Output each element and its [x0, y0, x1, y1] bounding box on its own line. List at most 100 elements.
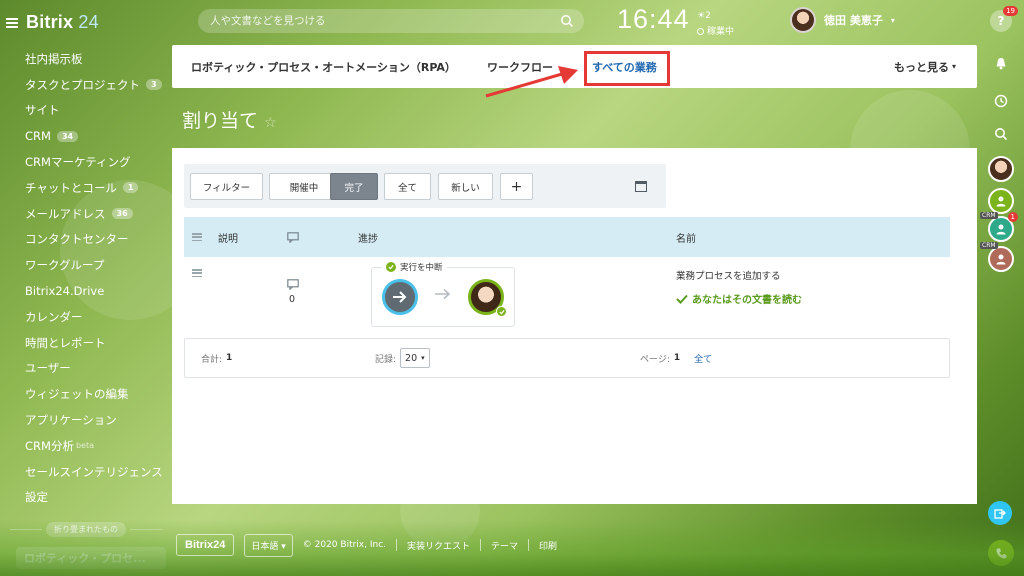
table-row: 0 実行を中断 業務プロセスを追加する あなたはその文書を読む: [184, 257, 950, 332]
done-button[interactable]: 完了: [330, 173, 378, 200]
phone-icon: [996, 548, 1006, 558]
user-icon: [996, 254, 1006, 265]
all-button[interactable]: 全て: [384, 173, 431, 200]
print-link[interactable]: 印刷: [539, 539, 557, 552]
tab-rpa[interactable]: ロボティック・プロセス・オートメーション（RPA）: [191, 45, 456, 88]
progress-widget[interactable]: 実行を中断: [371, 261, 515, 327]
separator: [396, 539, 398, 551]
progress-label: 実行を中断: [382, 261, 447, 273]
sidebar-item-label: Bitrix24.Drive: [25, 284, 105, 299]
sidebar-item[interactable]: アプリケーション: [0, 407, 172, 433]
user-avatar: [790, 7, 816, 33]
help-button[interactable]: ? 19: [990, 6, 1018, 32]
status-indicator: ☀2: [697, 11, 711, 21]
sidebar-item[interactable]: CRM 34: [0, 123, 172, 149]
sidebar-item[interactable]: セールスインテリジェンス: [0, 459, 172, 485]
footer-logo[interactable]: Bitrix24: [176, 534, 235, 556]
theme-link[interactable]: テーマ: [491, 539, 518, 552]
column-name[interactable]: 名前: [676, 217, 696, 257]
sidebar-item-label: CRM分析: [25, 438, 74, 453]
task-link[interactable]: あなたはその文書を読む: [676, 291, 802, 306]
filter-toolbar: フィルター 開催中 完了 全て 新しい +: [184, 164, 666, 208]
add-button[interactable]: +: [500, 173, 533, 200]
sidebar-item-label: 時間とレポート: [25, 335, 106, 350]
sidebar-item[interactable]: 社内掲示板: [0, 46, 172, 72]
sidebar-item-label: チャットとコール: [25, 180, 117, 195]
sidebar-item[interactable]: 時間とレポート: [0, 330, 172, 356]
column-progress[interactable]: 進捗: [358, 217, 378, 257]
bell-icon: [996, 57, 1006, 69]
sidebar-item-label: CRM: [25, 129, 51, 144]
process-name: 業務プロセスを追加する: [676, 271, 781, 282]
crm-contact-avatar[interactable]: CRM: [980, 242, 1014, 272]
page-value[interactable]: 1: [674, 353, 680, 363]
sidebar-item[interactable]: コンタクトセンター: [0, 227, 172, 253]
sidebar-item-label: ワークグループ: [25, 258, 105, 273]
workday-status[interactable]: ☀2 稼業中: [697, 8, 734, 40]
clock-icon: [994, 94, 1008, 108]
star-icon[interactable]: ☆: [264, 115, 277, 131]
sidebar-item[interactable]: Bitrix24.Drive: [0, 278, 172, 304]
collapsed-label[interactable]: 折り畳まれたもの: [46, 522, 126, 537]
language-value: 日本語: [251, 541, 279, 552]
sidebar-item-label: ユーザー: [25, 361, 71, 376]
timeline-button[interactable]: [990, 90, 1012, 112]
crm-contact-avatar[interactable]: CRM 1: [980, 212, 1018, 242]
sidebar-item[interactable]: サイト: [0, 98, 172, 124]
sidebar-menu: 社内掲示板 タスクとプロジェクト 3 サイト CRM 34 CRMマーケティング チャットとコ…: [0, 46, 172, 510]
bell-button[interactable]: [990, 52, 1012, 74]
sidebar-item[interactable]: CRMマーケティング: [0, 149, 172, 175]
sidebar-item[interactable]: ワークグループ: [0, 252, 172, 278]
menu-toggle-icon[interactable]: [6, 17, 18, 28]
task-link-text: あなたはその文書を読む: [692, 295, 802, 306]
show-all-link[interactable]: 全て: [694, 352, 712, 365]
sidebar-pinned-rpa[interactable]: ロボティック・プロセ...: [16, 547, 166, 569]
records-label: 記録:: [375, 354, 397, 365]
search-icon[interactable]: [560, 14, 574, 28]
search-input[interactable]: [210, 9, 550, 33]
sidebar-item-label: カレンダー: [25, 309, 83, 324]
column-description[interactable]: 説明: [218, 217, 238, 257]
page-info: ページ: 1 全て: [640, 339, 712, 377]
page-title: 割り当て ☆: [182, 106, 277, 133]
new-button[interactable]: 新しい: [438, 173, 493, 200]
sidebar-item[interactable]: カレンダー: [0, 304, 172, 330]
left-sidebar: Bitrix 24 社内掲示板タスクとプロジェクト 3 サイト CRM 34 CRMマーケ…: [0, 0, 172, 576]
sidebar-item[interactable]: メールアドレス 36: [0, 201, 172, 227]
workflow-start-icon: [382, 279, 418, 315]
call-button[interactable]: [988, 540, 1014, 566]
settings-lines-icon[interactable]: [192, 233, 202, 241]
sidebar-item[interactable]: CRM分析 beta: [0, 433, 172, 459]
user-menu[interactable]: 徳田 美恵子 ▾: [790, 7, 895, 33]
filter-button[interactable]: フィルター: [190, 173, 263, 200]
language-select[interactable]: 日本語 ▾: [244, 533, 293, 557]
sidebar-item[interactable]: チャットとコール 1: [0, 175, 172, 201]
logo-row: Bitrix 24: [6, 12, 99, 33]
notification-badge: 19: [1003, 6, 1018, 16]
rail-search-button[interactable]: [990, 123, 1012, 145]
sidebar-item-label: アプリケーション: [25, 413, 117, 428]
arrow-right-icon: [435, 288, 451, 300]
comment-icon[interactable]: [287, 279, 299, 290]
sidebar-item[interactable]: タスクとプロジェクト 3: [0, 72, 172, 98]
contact-avatar[interactable]: [988, 156, 1014, 182]
records-select[interactable]: 20 ▾: [400, 348, 430, 368]
row-menu-icon[interactable]: [192, 269, 202, 277]
contact-avatar[interactable]: [988, 188, 1014, 214]
total-value: 1: [226, 353, 233, 363]
notification-badge: 1: [1007, 212, 1018, 222]
status-text: 稼業中: [707, 27, 735, 37]
window-icon[interactable]: [635, 181, 647, 192]
sidebar-item-label: 社内掲示板: [25, 51, 83, 66]
transfer-button[interactable]: [988, 501, 1012, 525]
logo-number: 24: [78, 12, 99, 32]
app-logo[interactable]: Bitrix 24: [26, 12, 99, 33]
sidebar-item[interactable]: ユーザー: [0, 356, 172, 382]
support-link[interactable]: 実装リクエスト: [407, 539, 470, 552]
sidebar-item[interactable]: ウィジェットの編集: [0, 381, 172, 407]
crm-tag: CRM: [980, 212, 998, 219]
more-menu[interactable]: もっと見る ▾: [894, 45, 956, 88]
clock-time[interactable]: 16:44: [617, 4, 690, 35]
in-progress-button[interactable]: 開催中: [269, 173, 339, 200]
sidebar-item[interactable]: 設定: [0, 485, 172, 511]
